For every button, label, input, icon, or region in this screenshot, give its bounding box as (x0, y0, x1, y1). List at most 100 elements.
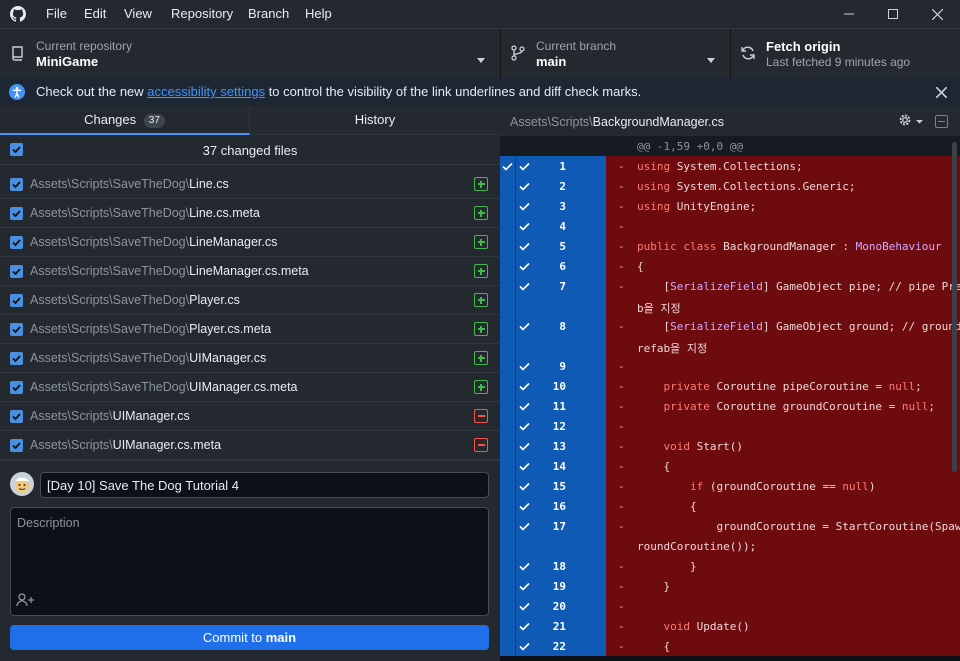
menu-repository[interactable]: Repository (171, 0, 233, 28)
file-added-icon (474, 293, 488, 307)
repo-name: MiniGame (36, 54, 99, 69)
diff-line[interactable]: 17 - groundCoroutine = StartCoroutine(Spa… (500, 516, 960, 556)
diff-scrollbar[interactable] (952, 142, 957, 472)
file-checkbox[interactable] (10, 265, 23, 278)
current-repository-button[interactable]: Current repository MiniGame (0, 29, 501, 79)
diff-line[interactable]: 4- (500, 216, 960, 236)
menu-view[interactable]: View (124, 0, 152, 28)
code-text: { (637, 640, 671, 653)
minus-sign: - (618, 600, 625, 613)
avatar-icon (15, 477, 29, 493)
description-placeholder: Description (17, 516, 80, 530)
file-checkbox[interactable] (10, 323, 23, 336)
file-checkbox[interactable] (10, 439, 23, 452)
current-branch-button[interactable]: Current branch main (500, 29, 731, 79)
minimize-button[interactable] (826, 0, 872, 28)
line-select-gutter[interactable] (500, 616, 515, 636)
line-select-gutter[interactable] (500, 196, 515, 216)
file-checkbox[interactable] (10, 410, 23, 423)
file-row[interactable]: Assets\Scripts\SaveTheDog\UIManager.cs (0, 344, 500, 373)
maximize-button[interactable] (870, 0, 916, 28)
diff-line[interactable]: 22 - { (500, 636, 960, 656)
diff-line[interactable]: 5 - public class BackgroundManager : MonoB… (500, 236, 960, 256)
file-row[interactable]: Assets\Scripts\UIManager.cs (0, 402, 500, 431)
add-coauthor-icon[interactable] (16, 592, 36, 611)
diff-line[interactable]: 20 - (500, 596, 960, 616)
diff-line[interactable]: 16 - { (500, 496, 960, 516)
file-row[interactable]: Assets\Scripts\SaveTheDog\LineManager.cs… (0, 257, 500, 286)
file-path: Assets\Scripts\SaveTheDog\Line.cs (30, 170, 229, 198)
file-checkbox[interactable] (10, 207, 23, 220)
line-select-gutter[interactable] (500, 316, 515, 356)
line-select-gutter[interactable] (500, 476, 515, 496)
file-row[interactable]: Assets\Scripts\UIManager.cs.meta (0, 431, 500, 460)
diff-line[interactable]: 9- (500, 356, 960, 376)
diff-line[interactable]: 11 - private Coroutine groundCoroutine = … (500, 396, 960, 416)
file-checkbox[interactable] (10, 294, 23, 307)
line-select-gutter[interactable] (500, 376, 515, 396)
diff-line[interactable]: 12 - (500, 416, 960, 436)
diff-line[interactable]: 19 - } (500, 576, 960, 596)
diff-line[interactable]: 10 - private Coroutine pipeCoroutine = nu… (500, 376, 960, 396)
line-select-gutter[interactable] (500, 596, 515, 616)
line-select-gutter[interactable] (500, 176, 515, 196)
line-number: 3 (559, 200, 566, 213)
file-row[interactable]: Assets\Scripts\SaveTheDog\Line.cs.meta (0, 199, 500, 228)
diff-line[interactable]: 6 -{ (500, 256, 960, 276)
check-icon (519, 182, 530, 191)
file-checkbox[interactable] (10, 178, 23, 191)
file-row[interactable]: Assets\Scripts\SaveTheDog\LineManager.cs (0, 228, 500, 257)
check-icon (519, 362, 530, 371)
tab-history-label: History (354, 112, 396, 127)
line-select-gutter[interactable] (500, 416, 515, 436)
diff-line[interactable]: 2 - using System.Collections.Generic; (500, 176, 960, 196)
hunk-gutter (500, 136, 606, 156)
commit-summary-input[interactable]: [Day 10] Save The Dog Tutorial 4 (40, 472, 489, 498)
commit-description-field[interactable]: Description (10, 507, 489, 616)
file-row[interactable]: Assets\Scripts\SaveTheDog\Line.cs (0, 170, 500, 199)
menu-edit[interactable]: Edit (84, 0, 106, 28)
diff-line[interactable]: 8 - [SerializeField] GameObject ground; /… (500, 316, 960, 356)
diff-line[interactable]: 15 - if (groundCoroutine == null) (500, 476, 960, 496)
file-row[interactable]: Assets\Scripts\SaveTheDog\Player.cs (0, 286, 500, 315)
code-text: void Update() (663, 620, 750, 633)
tab-changes[interactable]: Changes 37 (0, 106, 250, 135)
close-window-button[interactable] (914, 0, 960, 28)
diff-line[interactable]: 14 - { (500, 456, 960, 476)
diff-line[interactable]: 7 - [SerializeField] GameObject pipe; // … (500, 276, 960, 316)
diff-line[interactable]: 18 - } (500, 556, 960, 576)
diff-line[interactable]: 21 - void Update() (500, 616, 960, 636)
diff-line[interactable]: 13 - void Start() (500, 436, 960, 456)
line-select-gutter[interactable] (500, 216, 515, 236)
check-icon (519, 642, 530, 651)
menu-branch[interactable]: Branch (248, 0, 289, 28)
line-select-gutter[interactable] (500, 516, 515, 556)
line-select-gutter[interactable] (500, 256, 515, 276)
file-checkbox[interactable] (10, 381, 23, 394)
diff-line[interactable]: 1 - using System.Collections; (500, 156, 960, 176)
diff-line[interactable]: 3 - using UnityEngine; (500, 196, 960, 216)
file-row[interactable]: Assets\Scripts\SaveTheDog\Player.cs.meta (0, 315, 500, 344)
line-select-gutter[interactable] (500, 356, 515, 376)
line-select-gutter[interactable] (500, 236, 515, 256)
line-select-gutter[interactable] (500, 576, 515, 596)
file-checkbox[interactable] (10, 352, 23, 365)
file-checkbox[interactable] (10, 236, 23, 249)
accessibility-settings-link[interactable]: accessibility settings (147, 84, 265, 99)
line-select-gutter[interactable] (500, 636, 515, 656)
dismiss-banner-button[interactable] (935, 86, 948, 101)
menu-help[interactable]: Help (305, 0, 332, 28)
commit-button[interactable]: Commit to main (10, 625, 489, 650)
line-select-gutter[interactable] (500, 496, 515, 516)
file-row[interactable]: Assets\Scripts\SaveTheDog\UIManager.cs.m… (0, 373, 500, 402)
code-text: b을 지정 (637, 302, 681, 315)
line-select-gutter[interactable] (500, 276, 515, 316)
line-select-gutter[interactable] (500, 456, 515, 476)
line-select-gutter[interactable] (500, 396, 515, 416)
menu-file[interactable]: File (46, 0, 67, 28)
tab-history[interactable]: History (250, 106, 500, 135)
diff-settings-button[interactable] (896, 112, 928, 130)
fetch-origin-button[interactable]: Fetch origin Last fetched 9 minutes ago (730, 29, 960, 79)
line-select-gutter[interactable] (500, 436, 515, 456)
line-select-gutter[interactable] (500, 556, 515, 576)
